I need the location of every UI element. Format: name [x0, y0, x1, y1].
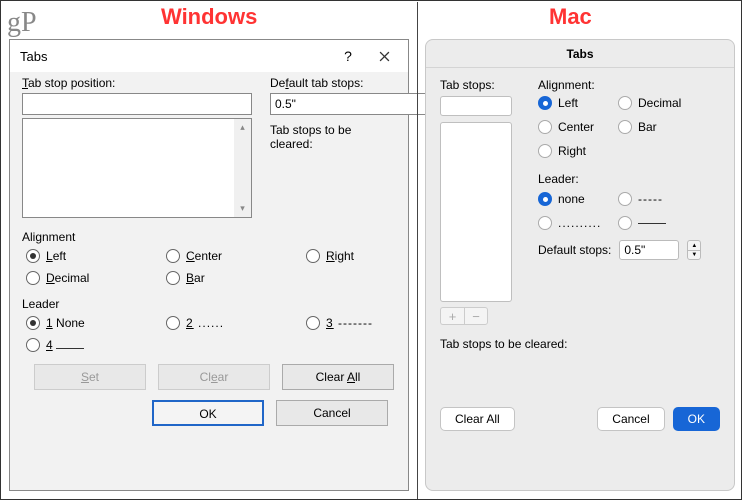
- close-button[interactable]: [366, 42, 402, 70]
- windows-dialog-title: Tabs: [20, 49, 330, 64]
- default-stops-stepper[interactable]: ▲ ▼: [687, 240, 701, 260]
- set-button[interactable]: Set: [34, 364, 146, 390]
- tab-stops-cleared-label: Tab stops to be cleared:: [270, 123, 396, 151]
- clear-all-button[interactable]: Clear All: [282, 364, 394, 390]
- tab-stop-position-label: Tab stop position:: [22, 76, 252, 90]
- vertical-divider: [417, 2, 418, 499]
- leader-underline-radio[interactable]: [618, 216, 698, 230]
- default-tab-stops-label: Default tab stops:: [270, 76, 396, 90]
- leader-dashes-radio[interactable]: -----: [618, 192, 698, 206]
- windows-titlebar: Tabs ?: [10, 40, 408, 72]
- alignment-right-radio[interactable]: Right: [306, 249, 406, 263]
- tab-stop-listbox[interactable]: [440, 122, 512, 302]
- add-tab-stop-button[interactable]: +: [440, 307, 464, 325]
- stepper-down-icon[interactable]: ▼: [687, 250, 701, 260]
- stepper-up-icon[interactable]: ▲: [687, 240, 701, 250]
- windows-heading: Windows: [161, 4, 257, 30]
- tab-stop-input[interactable]: [440, 96, 512, 116]
- leader-section-label: Leader: [22, 297, 396, 311]
- mac-heading: Mac: [549, 4, 592, 30]
- leader-dashes-radio[interactable]: 3 -------: [306, 316, 406, 330]
- alignment-decimal-radio[interactable]: Decimal: [618, 96, 698, 110]
- alignment-center-radio[interactable]: Center: [538, 120, 618, 134]
- windows-tabs-dialog: Tabs ? Tab stop position: ▴ ▾: [9, 39, 409, 491]
- alignment-label: Alignment:: [538, 78, 720, 92]
- alignment-decimal-radio[interactable]: Decimal: [26, 271, 166, 285]
- tab-stop-listbox[interactable]: ▴ ▾: [22, 118, 252, 218]
- default-stops-input[interactable]: [619, 240, 679, 260]
- alignment-section-label: Alignment: [22, 230, 396, 244]
- cancel-button[interactable]: Cancel: [276, 400, 388, 426]
- default-tab-stops-input[interactable]: [270, 93, 435, 115]
- mac-dialog-title: Tabs: [426, 40, 734, 68]
- tab-stops-cleared-label: Tab stops to be cleared:: [440, 337, 720, 351]
- tab-stop-position-input[interactable]: [22, 93, 252, 115]
- ok-button[interactable]: OK: [673, 407, 720, 431]
- alignment-right-radio[interactable]: Right: [538, 144, 618, 158]
- listbox-scrollbar[interactable]: ▴ ▾: [234, 119, 251, 217]
- leader-underline-radio[interactable]: 4: [26, 338, 166, 352]
- ok-button[interactable]: OK: [152, 400, 264, 426]
- close-icon: [379, 51, 390, 62]
- tab-stops-label: Tab stops:: [440, 78, 518, 92]
- alignment-center-radio[interactable]: Center: [166, 249, 306, 263]
- leader-dots-radio[interactable]: ..........: [538, 216, 618, 230]
- alignment-bar-radio[interactable]: Bar: [618, 120, 698, 134]
- alignment-left-radio[interactable]: Left: [26, 249, 166, 263]
- mac-tabs-dialog: Tabs Tab stops: + − Alignment: Left De: [425, 39, 735, 491]
- cancel-button[interactable]: Cancel: [597, 407, 664, 431]
- alignment-bar-radio[interactable]: Bar: [166, 271, 306, 285]
- help-button[interactable]: ?: [330, 42, 366, 70]
- clear-all-button[interactable]: Clear All: [440, 407, 515, 431]
- scroll-up-icon[interactable]: ▴: [234, 119, 251, 136]
- clear-button[interactable]: Clear: [158, 364, 270, 390]
- leader-label: Leader:: [538, 172, 720, 186]
- alignment-left-radio[interactable]: Left: [538, 96, 618, 110]
- gp-logo: gP: [7, 7, 37, 39]
- default-stops-label: Default stops:: [538, 243, 611, 257]
- leader-none-radio[interactable]: 1 None: [26, 316, 166, 330]
- remove-tab-stop-button[interactable]: −: [464, 307, 488, 325]
- leader-none-radio[interactable]: none: [538, 192, 618, 206]
- leader-dots-radio[interactable]: 2 ......: [166, 316, 306, 330]
- scroll-down-icon[interactable]: ▾: [234, 200, 251, 217]
